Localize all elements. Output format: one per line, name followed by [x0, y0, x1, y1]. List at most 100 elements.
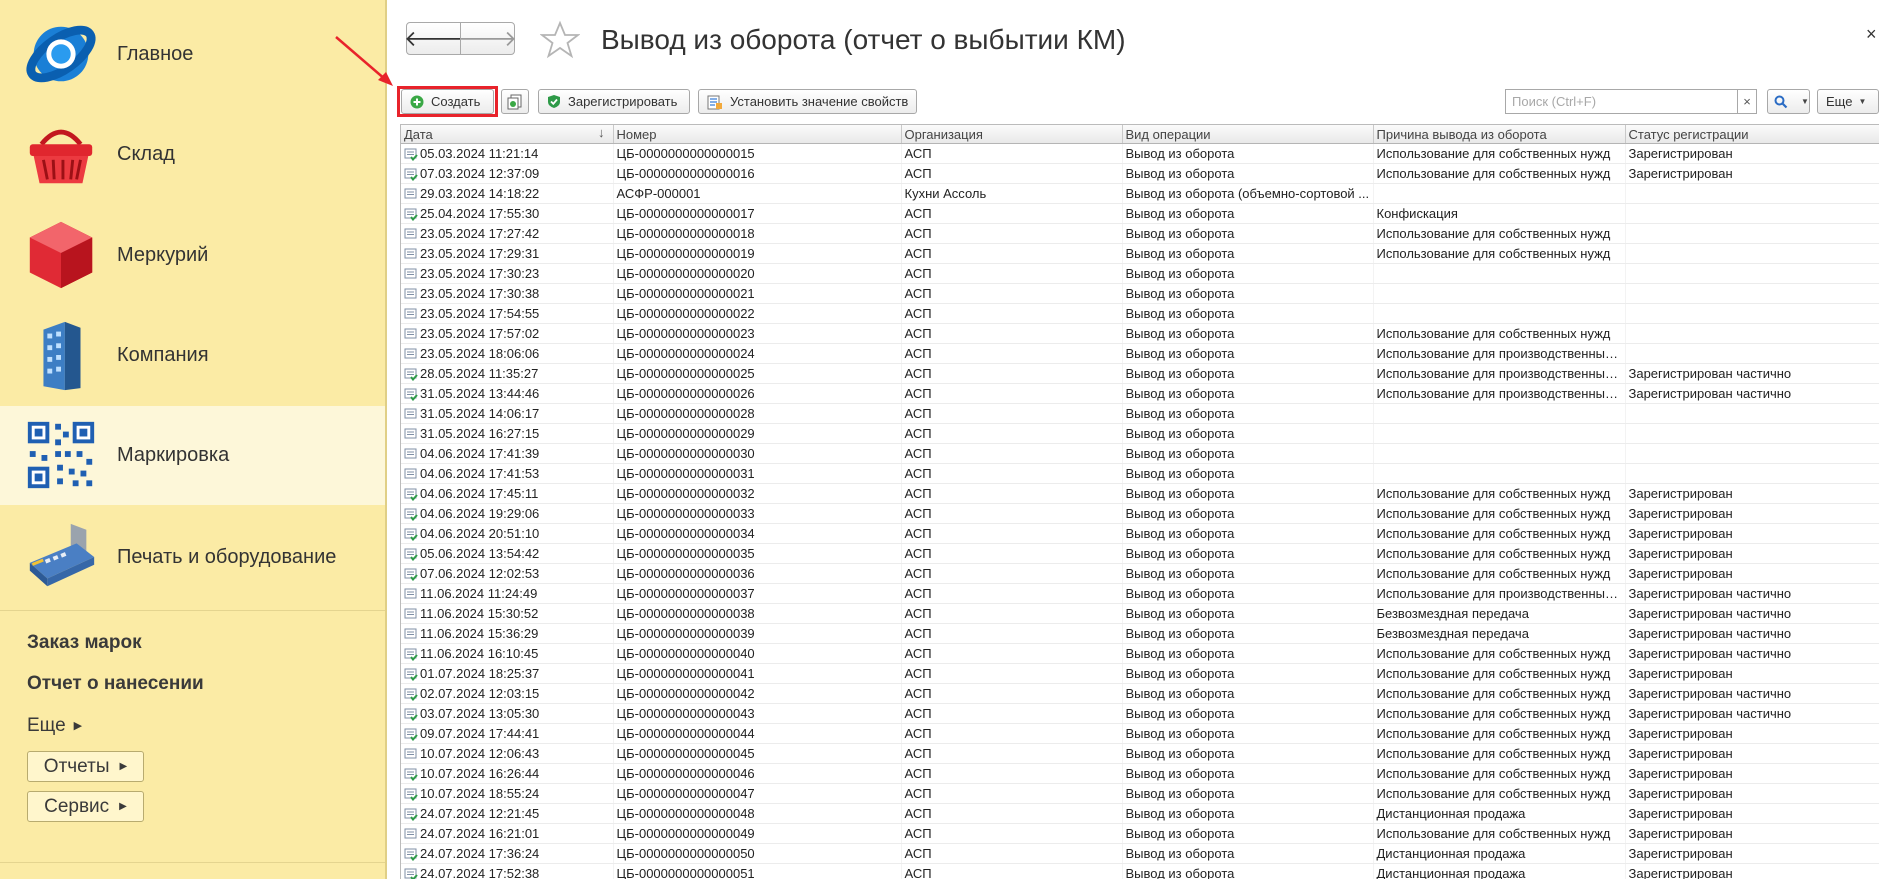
cell-operation-text: Вывод из оборота	[1125, 726, 1235, 741]
table-row[interactable]: 28.05.2024 11:35:27 ЦБ-0000000000000025 АС…	[401, 363, 1879, 384]
command-otchet-o-nanesenii[interactable]: Отчет о нанесении	[27, 673, 204, 695]
cell-status-text: Зарегистрирован	[1628, 826, 1733, 841]
documents-list[interactable]: Дата ↓ Номер Организация Вид операции При…	[400, 124, 1879, 879]
set-properties-button[interactable]: Установить значение свойств	[698, 89, 917, 114]
cell-organization-text: АСП	[904, 366, 932, 381]
table-row[interactable]: 25.04.2024 17:55:30 ЦБ-0000000000000017 АС…	[401, 203, 1879, 224]
section-kompaniya[interactable]: Компания	[0, 306, 385, 405]
table-row[interactable]: 11.06.2024 11:24:49 ЦБ-0000000000000037 АС…	[401, 583, 1879, 604]
table-row[interactable]: 10.07.2024 18:55:24 ЦБ-0000000000000047 АС…	[401, 783, 1879, 804]
table-row[interactable]: 04.06.2024 17:41:39 ЦБ-0000000000000030 АС…	[401, 443, 1879, 464]
close-icon[interactable]: ×	[1866, 24, 1877, 45]
document-posted-icon	[404, 508, 418, 521]
cell-date-text: 24.07.2024 16:21:01	[420, 826, 540, 841]
section-merkuriy[interactable]: Меркурий	[0, 206, 385, 305]
cell-date: 04.06.2024 20:51:10	[401, 523, 614, 544]
table-row[interactable]: 05.06.2024 13:54:42 ЦБ-0000000000000035 АС…	[401, 543, 1879, 564]
column-header-date[interactable]: Дата ↓	[401, 125, 614, 144]
cell-status-text: Зарегистрирован	[1628, 786, 1733, 801]
table-row[interactable]: 24.07.2024 12:21:45 ЦБ-0000000000000048 АС…	[401, 803, 1879, 824]
table-row[interactable]: 04.06.2024 17:41:53 ЦБ-0000000000000031 АС…	[401, 463, 1879, 484]
section-pechat[interactable]: Печать и оборудование	[0, 508, 385, 607]
table-row[interactable]: 07.06.2024 12:02:53 ЦБ-0000000000000036 АС…	[401, 563, 1879, 584]
more-button[interactable]: Еще ▼	[1817, 89, 1879, 114]
register-button[interactable]: Зарегистрировать	[538, 89, 690, 114]
cell-status	[1625, 323, 1879, 344]
table-row[interactable]: 23.05.2024 17:57:02 ЦБ-0000000000000023 АС…	[401, 323, 1879, 344]
cell-number: АСФР-000001	[613, 183, 902, 204]
table-row[interactable]: 04.06.2024 19:29:06 ЦБ-0000000000000033 АС…	[401, 503, 1879, 524]
table-row[interactable]: 24.07.2024 17:52:38 ЦБ-0000000000000051 АС…	[401, 863, 1879, 879]
cell-number-text: ЦБ-0000000000000044	[616, 726, 755, 741]
section-markirovka[interactable]: Маркировка	[0, 406, 385, 505]
service-button[interactable]: Сервис ▶	[27, 791, 144, 822]
table-row[interactable]: 23.05.2024 17:54:55 ЦБ-0000000000000022 АС…	[401, 303, 1879, 324]
table-row[interactable]: 23.05.2024 17:30:38 ЦБ-0000000000000021 АС…	[401, 283, 1879, 304]
table-row[interactable]: 31.05.2024 13:44:46 ЦБ-0000000000000026 АС…	[401, 383, 1879, 404]
document-posted-icon	[404, 488, 418, 501]
table-row[interactable]: 07.03.2024 12:37:09 ЦБ-0000000000000016 АС…	[401, 163, 1879, 184]
column-header-operation[interactable]: Вид операции	[1122, 125, 1374, 144]
cell-number: ЦБ-0000000000000040	[613, 643, 902, 664]
cell-status-text: Зарегистрирован	[1628, 566, 1733, 581]
section-glavnoe[interactable]: Главное	[0, 5, 385, 104]
table-row[interactable]: 10.07.2024 12:06:43 ЦБ-0000000000000045 АС…	[401, 743, 1879, 764]
table-row[interactable]: 09.07.2024 17:44:41 ЦБ-0000000000000044 АС…	[401, 723, 1879, 744]
column-header-status[interactable]: Статус регистрации	[1625, 125, 1879, 144]
cell-reason	[1373, 403, 1626, 424]
cell-number: ЦБ-0000000000000051	[613, 863, 902, 879]
cell-reason-text: Использование для собственных нужд	[1376, 826, 1611, 841]
search-input[interactable]	[1505, 89, 1738, 114]
cell-operation-text: Вывод из оборота	[1125, 246, 1235, 261]
table-row[interactable]: 23.05.2024 17:30:23 ЦБ-0000000000000020 АС…	[401, 263, 1879, 284]
cell-status: Зарегистрирован частично	[1625, 603, 1879, 624]
table-row[interactable]: 24.07.2024 16:21:01 ЦБ-0000000000000049 АС…	[401, 823, 1879, 844]
column-header-organization[interactable]: Организация	[901, 125, 1123, 144]
chevron-right-icon: ▶	[119, 761, 128, 772]
table-row[interactable]: 11.06.2024 15:36:29 ЦБ-0000000000000039 АС…	[401, 623, 1879, 644]
sidebar-more[interactable]: Еще ▶	[27, 715, 82, 737]
cell-operation-text: Вывод из оборота	[1125, 526, 1235, 541]
cell-date: 23.05.2024 17:57:02	[401, 323, 614, 344]
document-icon	[404, 308, 417, 319]
cell-date-text: 10.07.2024 16:26:44	[420, 766, 540, 781]
search-button[interactable]: ▼	[1767, 89, 1810, 114]
copy-button[interactable]	[501, 89, 529, 114]
command-zakaz-marok[interactable]: Заказ марок	[27, 632, 142, 654]
cell-reason: Использование для собственных нужд	[1373, 523, 1626, 544]
cell-operation: Вывод из оборота	[1122, 803, 1374, 824]
column-header-reason[interactable]: Причина вывода из оборота	[1373, 125, 1626, 144]
document-posted-icon	[404, 868, 418, 879]
reports-button[interactable]: Отчеты ▶	[27, 751, 144, 782]
table-row[interactable]: 31.05.2024 14:06:17 ЦБ-0000000000000028 АС…	[401, 403, 1879, 424]
cell-reason	[1373, 283, 1626, 304]
table-row[interactable]: 31.05.2024 16:27:15 ЦБ-0000000000000029 АС…	[401, 423, 1879, 444]
table-row[interactable]: 01.07.2024 18:25:37 ЦБ-0000000000000041 АС…	[401, 663, 1879, 684]
star-icon[interactable]	[540, 20, 580, 60]
section-sklad[interactable]: Склад	[0, 105, 385, 204]
cell-status: Зарегистрирован	[1625, 143, 1879, 164]
table-row[interactable]: 24.07.2024 17:36:24 ЦБ-0000000000000050 АС…	[401, 843, 1879, 864]
back-button[interactable]: 🡐	[404, 22, 463, 55]
table-row[interactable]: 23.05.2024 17:27:42 ЦБ-0000000000000018 АС…	[401, 223, 1879, 244]
table-row[interactable]: 02.07.2024 12:03:15 ЦБ-0000000000000042 АС…	[401, 683, 1879, 704]
table-row[interactable]: 11.06.2024 16:10:45 ЦБ-0000000000000040 АС…	[401, 643, 1879, 664]
cell-number: ЦБ-0000000000000033	[613, 503, 902, 524]
cell-status: Зарегистрирован	[1625, 523, 1879, 544]
clear-search-button[interactable]: ×	[1737, 89, 1757, 114]
table-row[interactable]: 23.05.2024 18:06:06 ЦБ-0000000000000024 АС…	[401, 343, 1879, 364]
document-posted-icon	[404, 768, 418, 781]
table-row[interactable]: 23.05.2024 17:29:31 ЦБ-0000000000000019 АС…	[401, 243, 1879, 264]
table-row[interactable]: 03.07.2024 13:05:30 ЦБ-0000000000000043 АС…	[401, 703, 1879, 724]
table-row[interactable]: 05.03.2024 11:21:14 ЦБ-0000000000000015 АС…	[401, 143, 1879, 164]
table-row[interactable]: 04.06.2024 20:51:10 ЦБ-0000000000000034 АС…	[401, 523, 1879, 544]
table-row[interactable]: 04.06.2024 17:45:11 ЦБ-0000000000000032 АС…	[401, 483, 1879, 504]
document-icon	[404, 628, 417, 639]
cell-operation-text: Вывод из оборота	[1125, 486, 1235, 501]
table-row[interactable]: 29.03.2024 14:18:22 АСФР-000001 Кухни Ассо…	[401, 183, 1879, 204]
forward-button[interactable]: 🡒	[458, 22, 517, 55]
table-row[interactable]: 11.06.2024 15:30:52 ЦБ-0000000000000038 АС…	[401, 603, 1879, 624]
cell-date-text: 31.05.2024 14:06:17	[420, 406, 540, 421]
table-row[interactable]: 10.07.2024 16:26:44 ЦБ-0000000000000046 АС…	[401, 763, 1879, 784]
column-header-number[interactable]: Номер	[613, 125, 902, 144]
